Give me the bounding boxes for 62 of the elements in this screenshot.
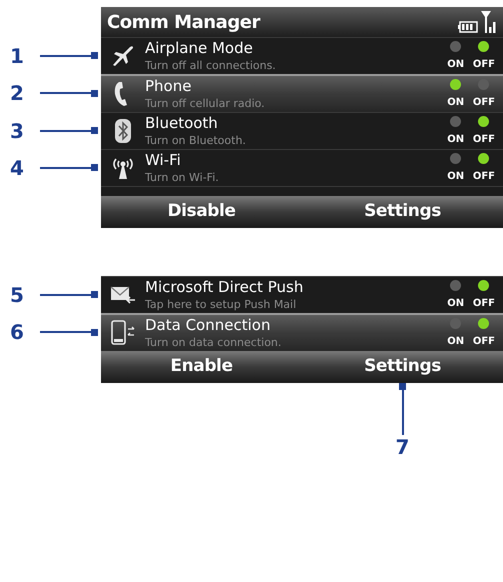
on-label: ON bbox=[447, 334, 464, 348]
list-row[interactable]: Bluetooth Turn on Bluetooth. ON OFF bbox=[101, 112, 503, 149]
bluetooth-icon bbox=[115, 119, 131, 143]
device-icon bbox=[110, 320, 136, 346]
leader-line bbox=[399, 383, 406, 435]
signal-icon bbox=[481, 11, 497, 33]
battery-icon bbox=[458, 21, 478, 33]
callout-number: 6 bbox=[9, 319, 25, 346]
off-label: OFF bbox=[472, 132, 495, 146]
on-label: ON bbox=[447, 132, 464, 146]
on-label: ON bbox=[447, 296, 464, 310]
airplane-icon bbox=[111, 45, 135, 67]
callout-number: 7 bbox=[396, 435, 410, 459]
list-row[interactable]: Microsoft Direct Push Tap here to setup Push Mail ON OFF bbox=[101, 276, 503, 313]
on-off-switch[interactable]: ON OFF bbox=[444, 280, 495, 310]
callout-number: 4 bbox=[9, 154, 25, 182]
softkey-button[interactable]: Enable bbox=[101, 351, 302, 383]
list-row[interactable]: Phone Turn off cellular radio. ON OFF bbox=[101, 74, 503, 112]
off-label: OFF bbox=[472, 58, 495, 72]
row-subtitle: Turn off cellular radio. bbox=[145, 96, 266, 112]
softkey-button[interactable]: Settings bbox=[302, 196, 503, 228]
leader-line bbox=[40, 127, 98, 134]
callout-number: 3 bbox=[9, 118, 25, 144]
antenna-icon bbox=[110, 156, 136, 180]
leader-line bbox=[40, 291, 98, 298]
list-row[interactable]: Data Connection Turn on data connection. ON OFF bbox=[101, 313, 503, 351]
row-title: Data Connection bbox=[145, 315, 272, 335]
row-title: Bluetooth bbox=[145, 113, 219, 133]
leader-line bbox=[40, 90, 98, 96]
callout-number: 1 bbox=[9, 42, 25, 70]
envelope-icon bbox=[110, 285, 136, 305]
off-label: OFF bbox=[472, 334, 495, 348]
on-off-switch[interactable]: ON OFF bbox=[444, 40, 495, 72]
row-title: Wi-Fi bbox=[145, 150, 182, 170]
on-off-switch[interactable]: ON OFF bbox=[444, 116, 495, 146]
list-row[interactable]: Airplane Mode Turn off all connections. ON OFF bbox=[101, 37, 503, 74]
callout-number: 5 bbox=[9, 282, 25, 308]
on-label: ON bbox=[447, 96, 464, 110]
list-row[interactable]: Wi-Fi Turn on Wi-Fi. ON OFF bbox=[101, 149, 503, 186]
row-subtitle: Turn on Wi-Fi. bbox=[145, 170, 220, 186]
row-subtitle: Turn off all connections. bbox=[145, 58, 277, 74]
off-label: OFF bbox=[472, 296, 495, 310]
row-title: Airplane Mode bbox=[145, 38, 254, 58]
on-off-switch[interactable]: ON OFF bbox=[444, 78, 495, 110]
softkey-button[interactable]: Disable bbox=[101, 196, 302, 228]
on-off-switch[interactable]: ON OFF bbox=[444, 152, 495, 184]
window-title: Comm Manager bbox=[107, 10, 260, 34]
off-label: OFF bbox=[472, 96, 495, 110]
row-title: Microsoft Direct Push bbox=[145, 277, 304, 297]
row-title: Phone bbox=[145, 76, 192, 96]
row-subtitle: Turn on data connection. bbox=[145, 335, 282, 351]
on-label: ON bbox=[447, 170, 464, 184]
callout-number: 2 bbox=[9, 80, 25, 107]
leader-line bbox=[40, 328, 98, 336]
off-label: OFF bbox=[472, 170, 495, 184]
on-label: ON bbox=[447, 58, 464, 72]
softkey-button[interactable]: Settings bbox=[302, 351, 503, 383]
leader-line bbox=[40, 164, 98, 171]
on-off-switch[interactable]: ON OFF bbox=[444, 318, 495, 348]
row-subtitle: Tap here to setup Push Mail bbox=[145, 297, 298, 313]
row-subtitle: Turn on Bluetooth. bbox=[145, 133, 247, 149]
leader-line bbox=[40, 52, 98, 59]
